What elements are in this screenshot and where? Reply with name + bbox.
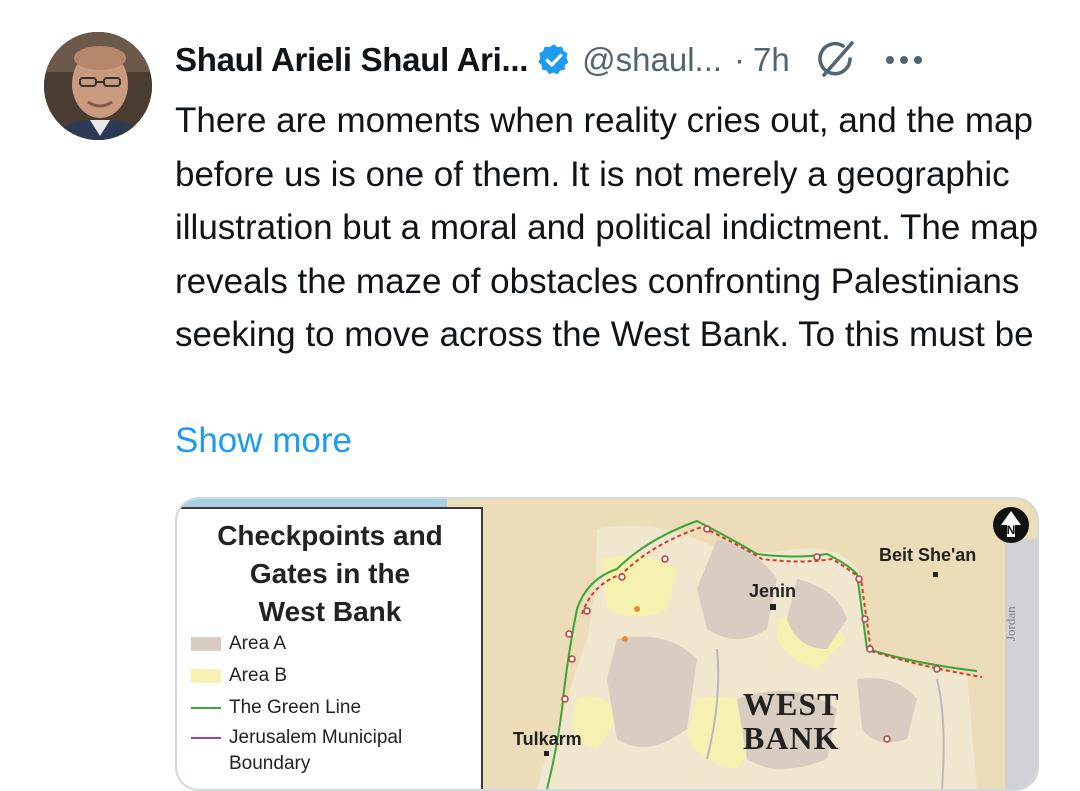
legend-label: Jerusalem Municipal	[229, 727, 403, 748]
svg-text:N: N	[1007, 523, 1016, 537]
legend-label: Boundary	[229, 753, 311, 774]
legend-title-line: Gates in the	[249, 558, 411, 589]
region-label-line: BANK	[743, 720, 840, 756]
area-b-swatch	[191, 669, 221, 683]
north-arrow-icon: N	[991, 505, 1031, 545]
author-name[interactable]: Shaul Arieli Shaul Ari...	[175, 41, 528, 79]
region-label-line: WEST	[743, 686, 840, 722]
legend-item-area-b: Area B	[191, 665, 287, 687]
tweet-media-map[interactable]: Checkpoints and Gates in the West Bank A…	[175, 497, 1039, 791]
tweet-header: Shaul Arieli Shaul Ari... @shaul... · 7h	[175, 38, 1055, 82]
legend-title-line: Checkpoints and	[217, 520, 443, 551]
place-label-jordan: Jordan	[1003, 606, 1018, 641]
verified-badge-icon	[536, 42, 572, 78]
tweet-text: There are moments when reality cries out…	[175, 101, 1039, 354]
more-options-icon[interactable]	[882, 50, 926, 70]
place-label-beit-shean: Beit She'an	[879, 545, 977, 565]
place-label-tulkarm: Tulkarm	[513, 729, 582, 749]
avatar[interactable]	[44, 32, 152, 140]
map-legend: Checkpoints and Gates in the West Bank A…	[177, 507, 483, 789]
place-label-jenin: Jenin	[749, 581, 797, 601]
author-handle[interactable]: @shaul...	[582, 41, 722, 79]
separator-dot: ·	[734, 41, 746, 78]
timestamp[interactable]: 7h	[753, 41, 790, 79]
legend-label: The Green Line	[229, 697, 362, 718]
legend-item-area-a: Area A	[191, 633, 286, 655]
legend-item-jerusalem-boundary-line2: Boundary	[229, 753, 310, 775]
legend-title-line: West Bank	[258, 596, 402, 627]
green-line-swatch	[191, 707, 221, 709]
avatar-photo	[44, 32, 152, 140]
legend-title: Checkpoints and Gates in the West Bank	[177, 517, 483, 631]
show-more-link[interactable]: Show more	[175, 414, 352, 467]
jerusalem-boundary-swatch	[191, 737, 221, 739]
legend-label: Area A	[229, 633, 287, 654]
region-label-west-bank: WEST BANK	[743, 687, 839, 755]
legend-item-green-line: The Green Line	[191, 697, 361, 719]
area-a-swatch	[191, 637, 221, 651]
grok-icon[interactable]	[814, 37, 860, 83]
legend-item-jerusalem-boundary: Jerusalem Municipal	[191, 727, 402, 749]
legend-label: Area B	[229, 665, 288, 686]
